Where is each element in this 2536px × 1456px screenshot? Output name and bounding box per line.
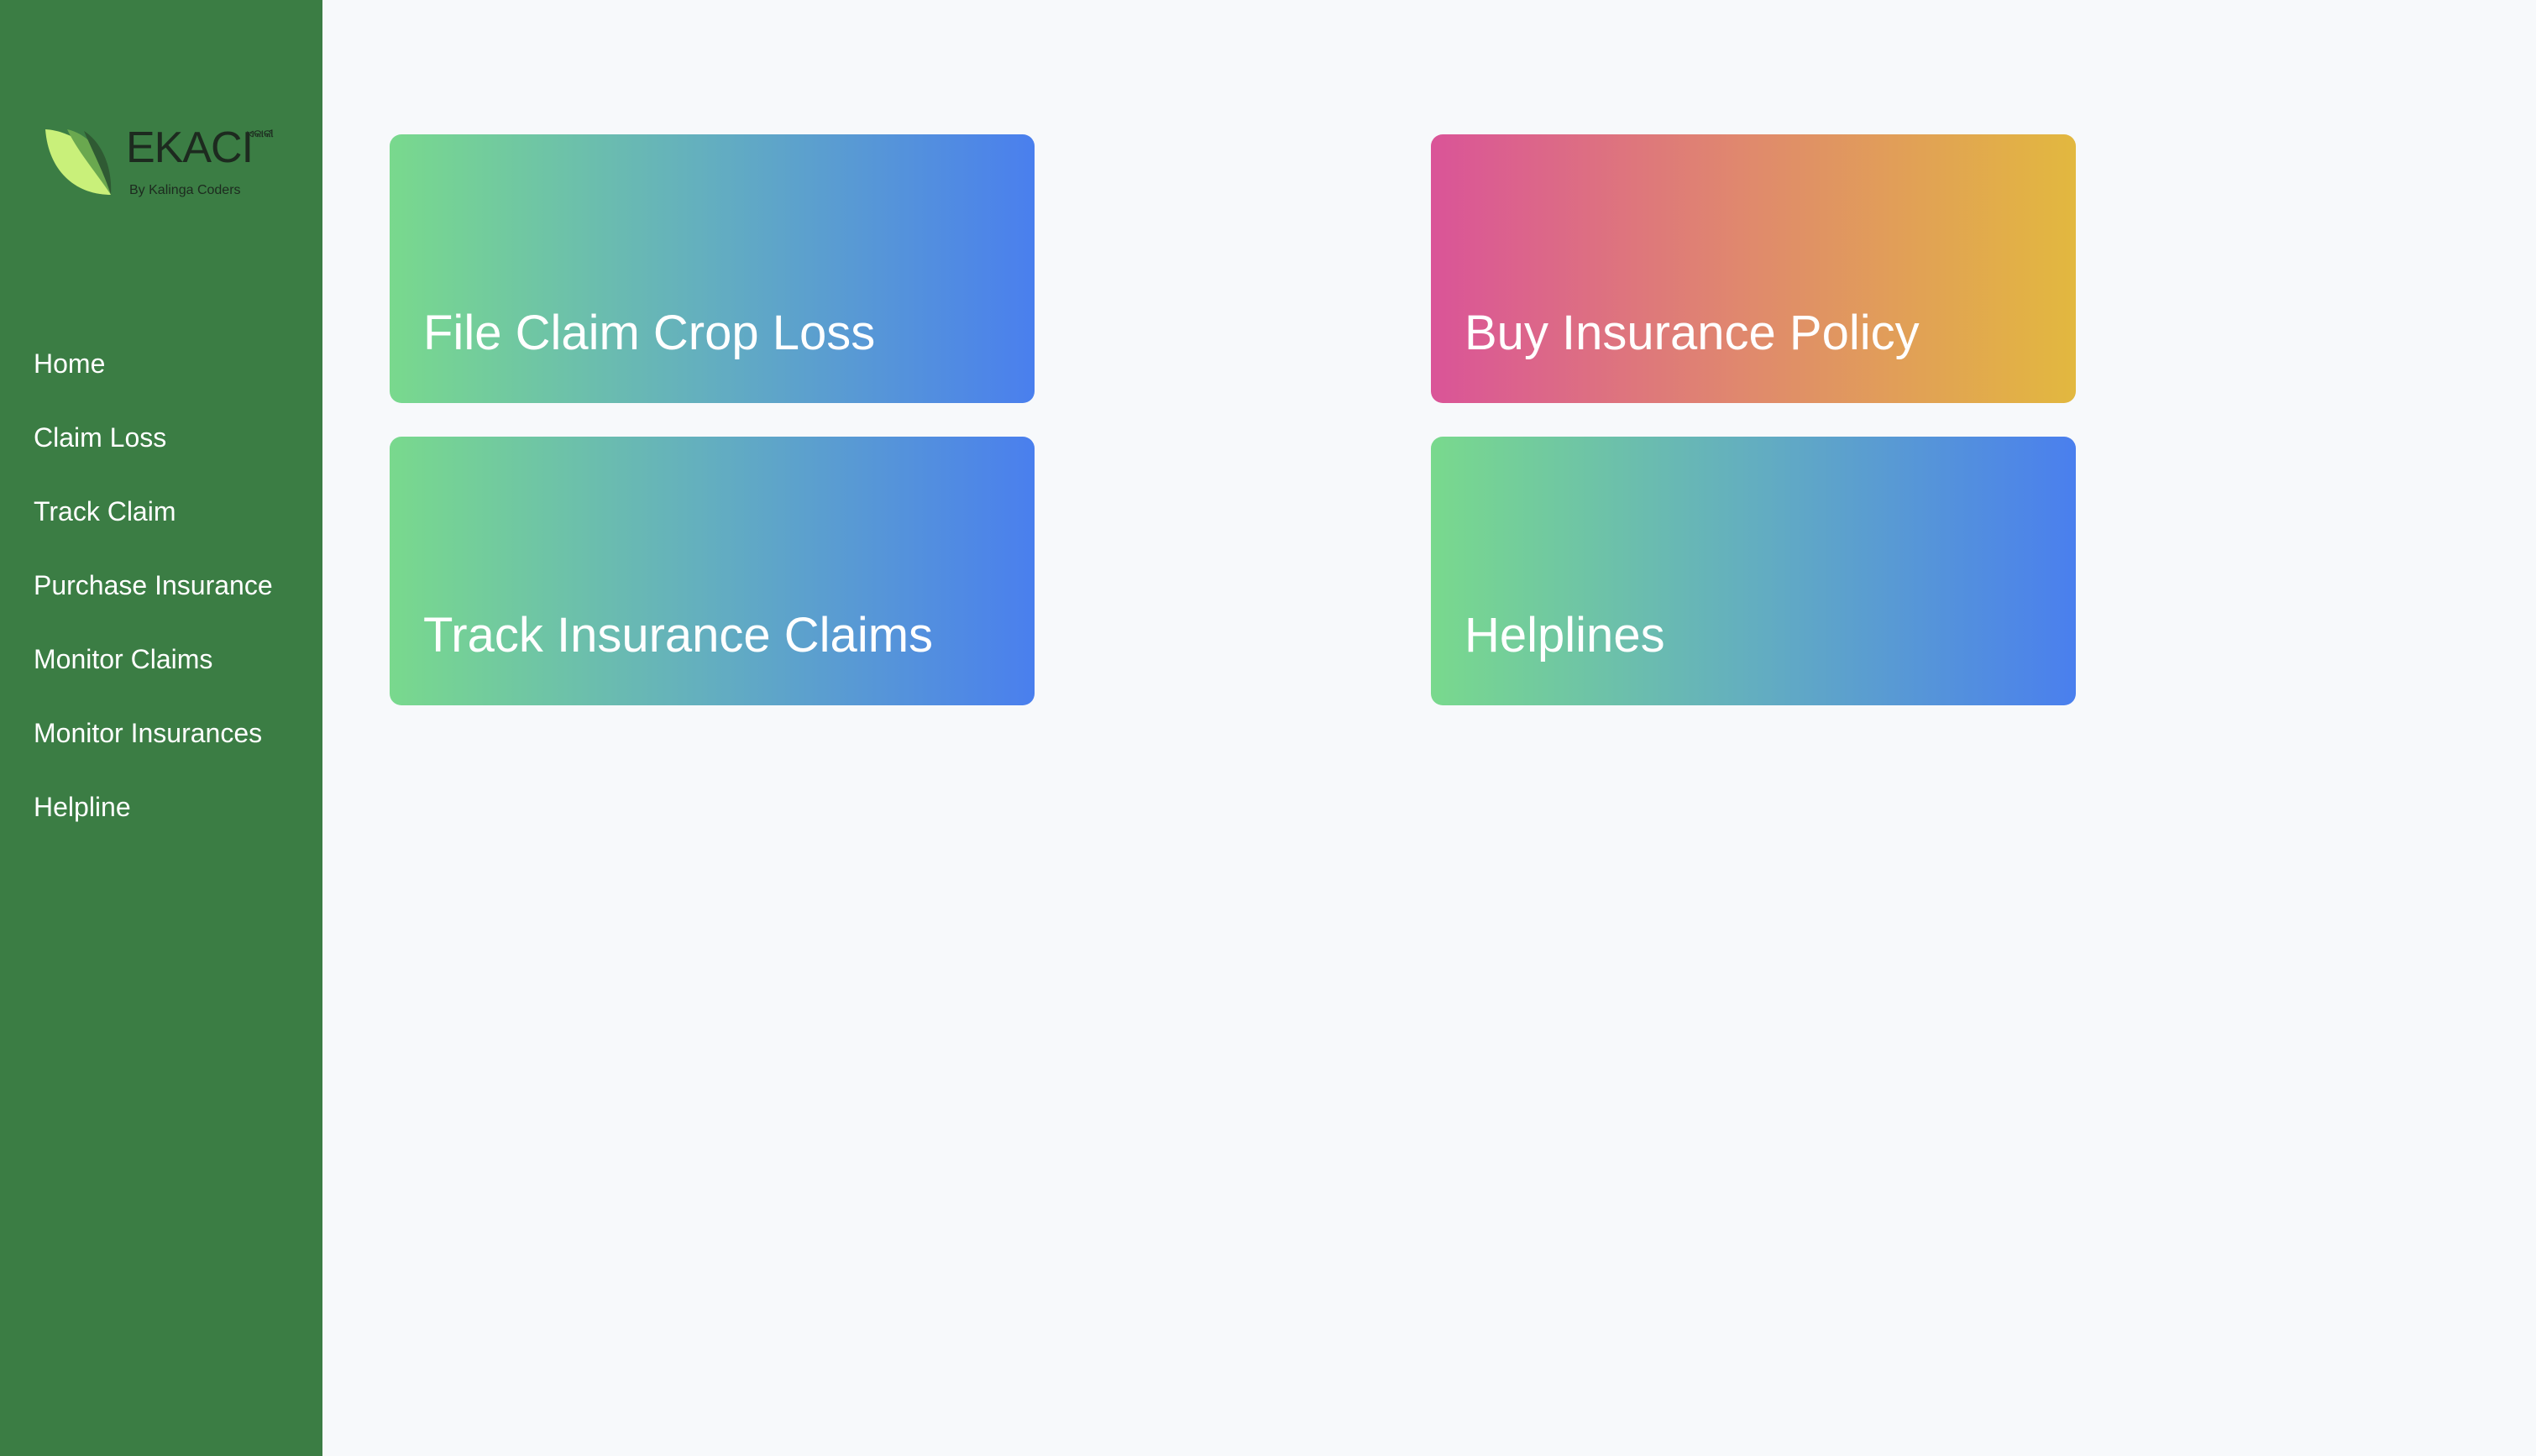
card-label: File Claim Crop Loss xyxy=(423,306,876,360)
track-insurance-claims-card[interactable]: Track Insurance Claims xyxy=(390,437,1035,705)
sidebar-item-monitor-claims[interactable]: Monitor Claims xyxy=(34,642,273,715)
sidebar-nav: Home Claim Loss Track Claim Purchase Ins… xyxy=(34,346,273,863)
card-label: Track Insurance Claims xyxy=(423,608,934,663)
sidebar-item-home[interactable]: Home xyxy=(34,346,273,420)
card-label: Buy Insurance Policy xyxy=(1464,306,1920,360)
sidebar-item-purchase-insurance[interactable]: Purchase Insurance xyxy=(34,568,273,642)
leaf-icon xyxy=(45,129,112,195)
logo-script-text: ଏକାକୀ xyxy=(247,128,274,139)
sidebar-item-claim-loss[interactable]: Claim Loss xyxy=(34,420,273,494)
helplines-card[interactable]: Helplines xyxy=(1431,437,2076,705)
sidebar-item-track-claim[interactable]: Track Claim xyxy=(34,494,273,568)
sidebar: EKACI ଏକାକୀ By Kalinga Coders Home Claim… xyxy=(0,0,322,1456)
sidebar-item-monitor-insurances[interactable]: Monitor Insurances xyxy=(34,715,273,789)
logo-tagline: By Kalinga Coders xyxy=(129,183,241,197)
file-claim-crop-loss-card[interactable]: File Claim Crop Loss xyxy=(390,134,1035,403)
logo-wordmark: EKACI xyxy=(126,123,254,172)
buy-insurance-policy-card[interactable]: Buy Insurance Policy xyxy=(1431,134,2076,403)
sidebar-item-helpline[interactable]: Helpline xyxy=(34,789,273,863)
card-label: Helplines xyxy=(1464,608,1665,663)
ekaci-logo[interactable]: EKACI ଏକାକୀ By Kalinga Coders xyxy=(44,126,283,202)
